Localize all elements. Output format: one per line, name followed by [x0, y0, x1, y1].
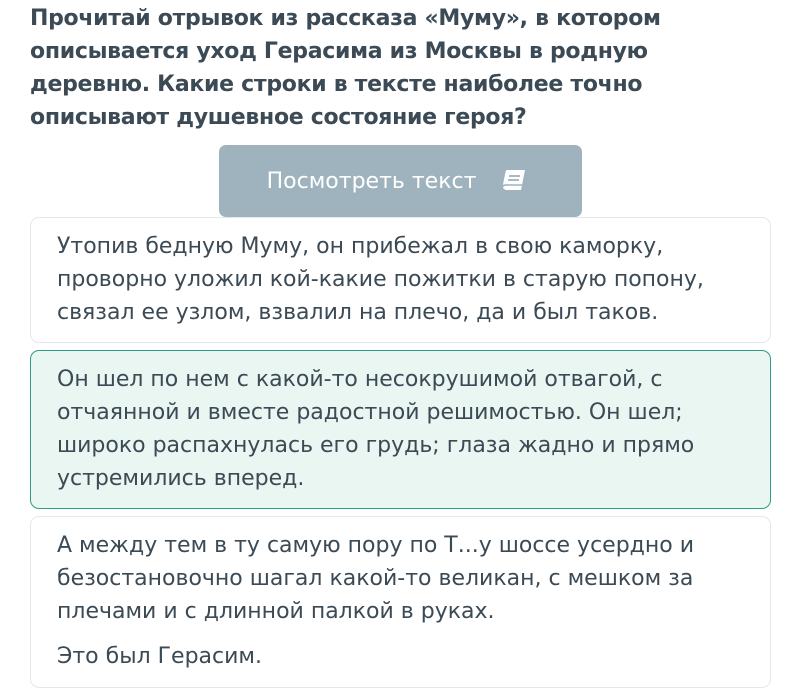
view-text-button-label: Посмотреть текст [266, 168, 477, 194]
answer-option-text: А между тем в ту самую пору по Т...у шос… [57, 533, 695, 624]
answer-option-3[interactable]: А между тем в ту самую пору по Т...у шос… [30, 516, 771, 688]
answer-option-1[interactable]: Утопив бедную Муму, он прибежал в свою к… [30, 217, 771, 343]
answer-option-text-extra: Это был Герасим. [57, 644, 263, 669]
question-text: Прочитай отрывок из рассказа «Муму», в к… [30, 6, 661, 130]
answer-option-2-selected[interactable]: Он шел по нем с какой-то несокрушимой от… [30, 350, 771, 509]
answer-option-text: Утопив бедную Муму, он прибежал в свою к… [57, 234, 704, 325]
answer-option-text: Он шел по нем с какой-то несокрушимой от… [57, 367, 695, 491]
view-text-button[interactable]: Посмотреть текст [219, 145, 582, 217]
book-icon [500, 168, 528, 194]
